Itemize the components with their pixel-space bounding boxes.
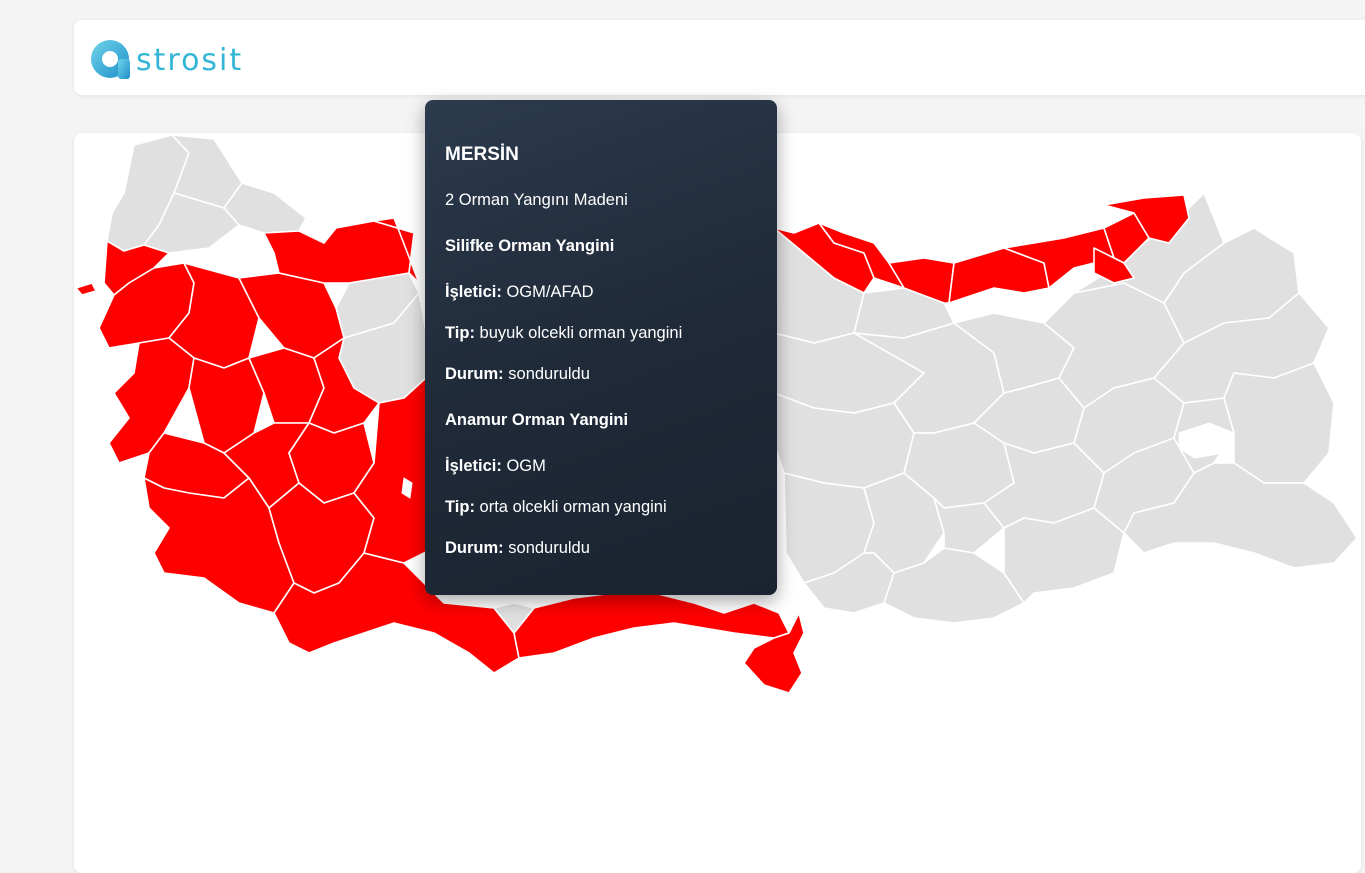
fire-name: Silifke Orman Yangini <box>445 237 615 255</box>
province-mersin[interactable] <box>513 592 790 659</box>
fire-status: Durum: sonduruldu <box>445 364 757 384</box>
province-van[interactable] <box>1223 362 1335 484</box>
status-value: sonduruldu <box>508 365 590 383</box>
type-label: Tip: <box>445 498 475 516</box>
fire-entry: Anamur Orman Yangini İşletici: OGM Tip: … <box>445 410 757 558</box>
province-mardin[interactable] <box>1003 507 1125 604</box>
status-label: Durum: <box>445 365 504 383</box>
astrosit-logo[interactable]: strosit <box>88 36 243 82</box>
fire-entry: Silifke Orman Yangini İşletici: OGM/AFAD… <box>445 236 757 384</box>
fire-operator: İşletici: OGM <box>445 456 757 476</box>
province-tooltip: MERSİN 2 Orman Yangını Madeni Silifke Or… <box>425 100 777 595</box>
fire-status: Durum: sonduruldu <box>445 538 757 558</box>
status-value: sonduruldu <box>508 539 590 557</box>
type-label: Tip: <box>445 324 475 342</box>
operator-value: OGM/AFAD <box>506 283 594 301</box>
brand-name: strosit <box>136 42 244 78</box>
province-gokceada[interactable] <box>75 282 97 296</box>
fire-operator: İşletici: OGM/AFAD <box>445 282 757 302</box>
status-label: Durum: <box>445 539 504 557</box>
type-value: buyuk olcekli orman yangini <box>479 324 683 342</box>
fire-name: Anamur Orman Yangini <box>445 411 629 429</box>
operator-value: OGM <box>506 457 546 475</box>
province-kutahya[interactable] <box>248 347 325 424</box>
operator-label: İşletici: <box>445 283 502 301</box>
tooltip-province-name: MERSİN <box>445 144 519 165</box>
operator-label: İşletici: <box>445 457 502 475</box>
fire-type: Tip: buyuk olcekli orman yangini <box>445 323 757 343</box>
type-value: orta olcekli orman yangini <box>479 498 667 516</box>
logo-a-icon <box>91 40 130 79</box>
fire-type: Tip: orta olcekli orman yangini <box>445 497 757 517</box>
top-header: strosit <box>74 20 1365 95</box>
tooltip-summary: 2 Orman Yangını Madeni <box>445 191 628 209</box>
